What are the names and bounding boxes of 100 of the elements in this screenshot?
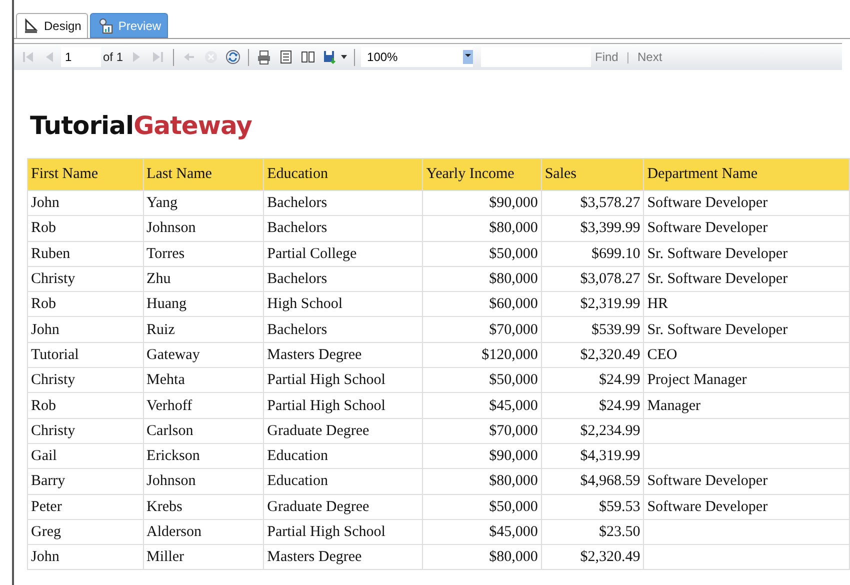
refresh-icon[interactable] xyxy=(225,49,242,65)
page-icon[interactable] xyxy=(278,49,294,65)
table-cell: $50,000 xyxy=(422,368,542,393)
table-cell: Torres xyxy=(143,241,264,266)
column-header: First Name xyxy=(28,158,144,190)
table-cell: $45,000 xyxy=(422,519,542,545)
logo-text: Tutorial xyxy=(30,110,134,142)
table-cell: Partial High School xyxy=(264,368,423,393)
column-header: Last Name xyxy=(143,158,264,190)
column-header: Yearly Income xyxy=(422,158,542,190)
table-cell: Graduate Degree xyxy=(264,418,423,444)
find-field[interactable] xyxy=(481,47,592,67)
table-cell: Bachelors xyxy=(264,190,423,216)
table-cell: $23.50 xyxy=(541,519,644,545)
table-cell: Huang xyxy=(143,292,264,317)
table-cell: Johnson xyxy=(143,468,264,494)
table-cell: Christy xyxy=(28,418,144,444)
table-cell: Rob xyxy=(28,392,144,418)
table-cell: John xyxy=(28,544,144,570)
book-icon[interactable] xyxy=(300,49,316,65)
table-cell: Sr. Software Developer xyxy=(644,316,850,342)
table-cell: Johnson xyxy=(143,216,264,242)
table-cell: $80,000 xyxy=(422,266,542,292)
table-cell: Peter xyxy=(28,494,144,520)
table-cell: Gail xyxy=(28,443,144,469)
table-cell: Education xyxy=(264,468,423,494)
table-cell: Sr. Software Developer xyxy=(644,241,850,266)
tab[interactable]: Design xyxy=(16,13,88,38)
table-cell: $2,320.49 xyxy=(541,342,644,368)
table-cell: Bachelors xyxy=(264,216,423,242)
table-cell: $699.10 xyxy=(541,241,644,266)
table-cell: Sr. Software Developer xyxy=(644,266,850,292)
table-cell: Verhoff xyxy=(143,392,264,418)
table-cell: Carlson xyxy=(143,418,264,444)
table-cell: $90,000 xyxy=(422,190,542,216)
table-cell: $120,000 xyxy=(422,342,542,368)
logo-text: Gateway xyxy=(134,110,252,142)
table-cell: Masters Degree xyxy=(264,544,423,570)
page-count: of 1 xyxy=(103,49,124,66)
table-cell: $3,578.27 xyxy=(541,190,644,216)
table-cell: $24.99 xyxy=(541,368,644,393)
table-cell: Software Developer xyxy=(644,190,850,216)
table-cell: Alderson xyxy=(143,519,264,545)
table-cell: $45,000 xyxy=(422,392,542,418)
table-cell: Tutorial xyxy=(28,342,144,368)
table-cell: Bachelors xyxy=(264,316,423,342)
table-cell: Erickson xyxy=(143,443,264,469)
table-cell: Rob xyxy=(28,292,144,317)
table-cell: $24.99 xyxy=(541,392,644,418)
printer-icon[interactable] xyxy=(256,49,272,65)
table-cell: Masters Degree xyxy=(264,342,423,368)
table-cell: Barry xyxy=(28,468,144,494)
table-cell: Gateway xyxy=(143,342,264,368)
table-cell: Christy xyxy=(28,368,144,393)
table-cell: $2,319.99 xyxy=(541,292,644,317)
table-cell: Zhu xyxy=(143,266,264,292)
table-cell: $2,234.99 xyxy=(541,418,644,444)
table-cell: Miller xyxy=(143,544,264,570)
table-cell: Christy xyxy=(28,266,144,292)
column-header: Sales xyxy=(541,158,644,190)
table-cell: HR xyxy=(644,292,850,317)
table-cell: $59.53 xyxy=(541,494,644,520)
table-cell: $80,000 xyxy=(422,216,542,242)
caret-icon[interactable] xyxy=(341,55,348,59)
table-cell: Greg xyxy=(28,519,144,545)
separator-text: | xyxy=(626,49,630,66)
page-field[interactable]: 1 xyxy=(61,47,101,67)
save-icon[interactable] xyxy=(322,49,338,65)
table-cell: Software Developer xyxy=(644,216,850,242)
table-cell: $50,000 xyxy=(422,494,542,520)
next-link[interactable]: Next xyxy=(637,48,662,66)
ruler-triangle-icon xyxy=(23,18,39,34)
table-cell: Partial College xyxy=(264,241,423,266)
column-header: Education xyxy=(264,158,423,190)
table-cell: $539.99 xyxy=(541,316,644,342)
find-link[interactable]: Find xyxy=(595,48,618,66)
table-cell: Rob xyxy=(28,216,144,242)
column-header: Department Name xyxy=(644,158,850,190)
report-icon xyxy=(97,18,114,34)
table-cell: $4,968.59 xyxy=(541,468,644,494)
table-cell: Partial High School xyxy=(264,392,423,418)
zoom-dropdown[interactable]: 100% xyxy=(361,47,474,67)
table-cell: $70,000 xyxy=(422,316,542,342)
caret-icon[interactable] xyxy=(463,50,474,64)
table-cell: CEO xyxy=(644,342,850,368)
table-cell: Education xyxy=(264,443,423,469)
table-cell: Software Developer xyxy=(644,494,850,520)
table-cell: Ruben xyxy=(28,241,144,266)
table-cell: $80,000 xyxy=(422,544,542,570)
table-cell: Manager xyxy=(644,392,850,418)
table-cell: High School xyxy=(264,292,423,317)
table-cell: Yang xyxy=(143,190,264,216)
table-cell: Software Developer xyxy=(644,468,850,494)
table-cell: $90,000 xyxy=(422,443,542,469)
table-cell: $4,319.99 xyxy=(541,443,644,469)
table-cell: $3,399.99 xyxy=(541,216,644,242)
table-cell: Ruiz xyxy=(143,316,264,342)
table-cell: Krebs xyxy=(143,494,264,520)
table-cell: Project Manager xyxy=(644,368,850,393)
table-cell: Graduate Degree xyxy=(264,494,423,520)
